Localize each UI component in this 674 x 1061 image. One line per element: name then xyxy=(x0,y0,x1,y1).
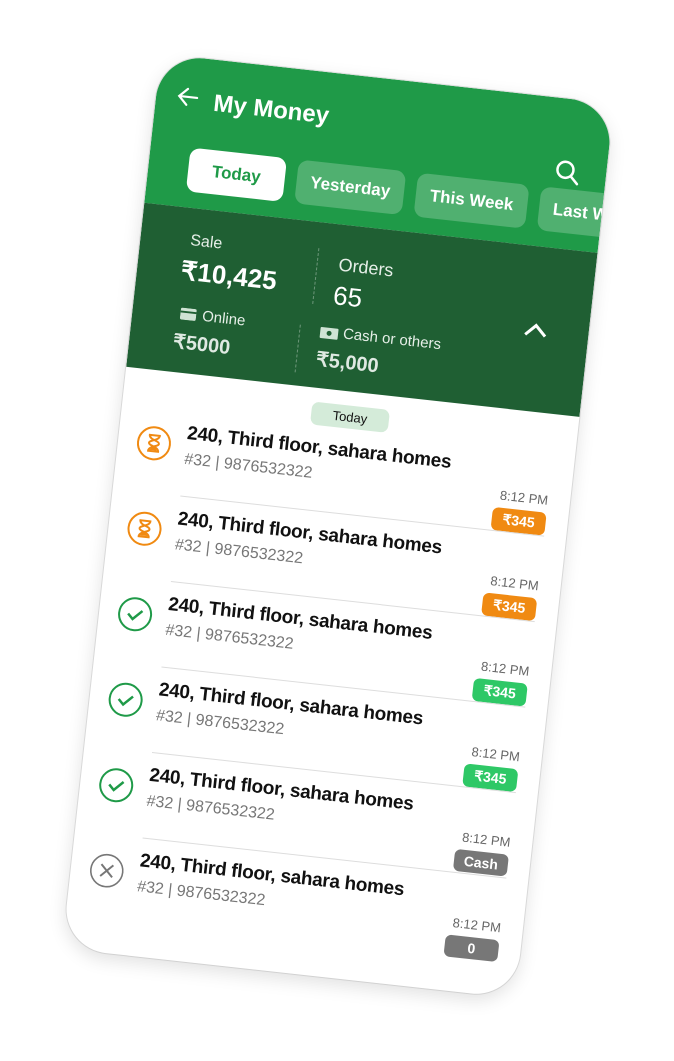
arrow-left-icon[interactable] xyxy=(175,84,201,110)
sale-value: ₹10,425 xyxy=(179,255,279,296)
amount-badge: 0 xyxy=(443,934,500,963)
order-time: 8:12 PM xyxy=(499,487,549,508)
orders-value: 65 xyxy=(331,280,364,314)
search-icon[interactable] xyxy=(553,158,582,187)
orders-label: Orders xyxy=(337,254,395,281)
sale-label: Sale xyxy=(189,232,224,253)
cash-value: ₹5,000 xyxy=(314,348,380,378)
tab-last-week[interactable]: Last W xyxy=(536,186,615,240)
tab-this-week[interactable]: This Week xyxy=(413,172,530,229)
order-time: 8:12 PM xyxy=(480,658,531,679)
order-list: Today 240, Third floor, sahara homes #32… xyxy=(66,367,580,967)
online-value: ₹5000 xyxy=(172,330,232,360)
hourglass-icon xyxy=(125,509,165,549)
tab-today[interactable]: Today xyxy=(185,147,287,202)
divider xyxy=(312,248,320,304)
order-time: 8:12 PM xyxy=(489,573,540,594)
chevron-up-icon[interactable] xyxy=(522,321,550,340)
check-circle-icon xyxy=(96,765,136,805)
online-label: Online xyxy=(201,307,247,330)
order-time: 8:12 PM xyxy=(461,829,512,850)
check-circle-icon xyxy=(106,680,146,720)
hourglass-icon xyxy=(134,423,174,463)
order-time: 8:12 PM xyxy=(451,915,502,936)
card-icon xyxy=(179,307,197,321)
cash-icon xyxy=(319,327,339,340)
cancel-circle-icon xyxy=(87,851,127,891)
cash-label: Cash or others xyxy=(342,325,442,354)
check-circle-icon xyxy=(115,594,155,634)
phone-screen: My Money Today Yesterday This Week Last … xyxy=(61,53,615,999)
page-title: My Money xyxy=(212,89,331,130)
order-time: 8:12 PM xyxy=(470,744,521,765)
divider xyxy=(294,324,301,373)
tab-yesterday[interactable]: Yesterday xyxy=(293,159,407,216)
